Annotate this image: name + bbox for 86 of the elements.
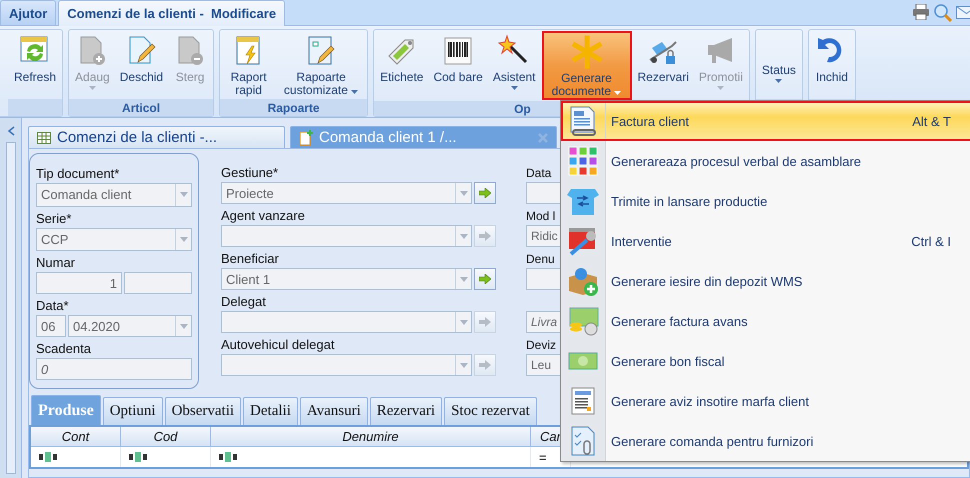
field-label: Beneficiar	[221, 250, 280, 268]
column-header[interactable]: Cod	[121, 427, 211, 446]
field-label: Numar	[36, 254, 76, 272]
arrow-right-icon	[479, 231, 491, 241]
field-label: Mod l	[526, 208, 556, 225]
mail-icon[interactable]	[956, 4, 970, 20]
dropdown-arrow-icon	[460, 276, 468, 282]
detail-tab[interactable]: Avansuri	[300, 397, 368, 425]
field-label: Tip document*	[36, 165, 120, 183]
field-label: Delegat	[221, 293, 267, 311]
field-label: Autovehicul delegat	[221, 336, 336, 354]
detail-tab[interactable]: Optiuni	[102, 397, 163, 425]
number-field[interactable]: 1	[36, 272, 122, 294]
close-icon[interactable]	[538, 132, 548, 142]
ribbon-button[interactable]: Cod bare	[429, 31, 487, 100]
arrow-right-icon	[479, 360, 491, 370]
document-tab[interactable]: Comenzi de la clienti -...	[28, 126, 285, 148]
open-button[interactable]	[474, 182, 496, 204]
field-label: Scadenta	[36, 340, 92, 358]
dropdown-arrow-icon	[180, 192, 188, 198]
menu-item[interactable]: Generare comanda pentru furnizori	[561, 421, 970, 461]
asterisk-icon	[570, 35, 604, 69]
column-header[interactable]: Cont	[31, 427, 121, 446]
menu-item[interactable]: Factura client Alt & T	[561, 101, 970, 141]
group-label: Op	[514, 102, 531, 116]
shortcut-text: Alt & T	[912, 114, 951, 128]
column-header[interactable]: Denumire	[211, 427, 531, 446]
field-label: Serie*	[36, 210, 72, 228]
toolbox-wrench-icon	[567, 225, 599, 257]
ribbon-button[interactable]: Raport rapid	[222, 31, 276, 98]
detail-tab[interactable]: Observatii	[164, 397, 242, 425]
select-field[interactable]: Comanda client	[36, 183, 192, 206]
dropdown-arrow-icon	[460, 320, 468, 324]
filter-operator[interactable]: =	[539, 450, 547, 464]
arrow-right-icon	[479, 188, 491, 198]
arrow-right-icon	[479, 317, 491, 327]
open-button[interactable]	[474, 268, 496, 290]
search-icon[interactable]	[934, 4, 952, 22]
field-label: Denu	[526, 251, 556, 268]
box-globe-icon	[567, 265, 599, 297]
group-label: Rapoarte	[268, 100, 320, 114]
field-label: Deviz	[526, 337, 558, 354]
color-grid-icon	[567, 145, 599, 177]
day-field[interactable]: 06	[36, 315, 66, 337]
cash-coins-clock-icon	[567, 305, 599, 337]
select-field[interactable]: CCP	[36, 228, 192, 251]
app-tab[interactable]: Ajutor	[0, 0, 56, 25]
group-label-bar	[8, 99, 62, 116]
collapse-icon[interactable]	[6, 126, 14, 136]
detail-tab[interactable]: Stoc rezervat	[444, 397, 537, 425]
arrow-right-icon	[479, 274, 491, 284]
ribbon-button[interactable]: Etichete	[376, 31, 428, 100]
ribbon-button[interactable]: Rezervari	[634, 31, 693, 100]
table-icon	[37, 132, 51, 144]
new-document-icon	[299, 130, 313, 146]
group-label: Articol	[122, 100, 160, 114]
detail-tab[interactable]: Detalii	[243, 397, 298, 425]
date-field[interactable]: 04.2020	[68, 315, 192, 337]
ribbon-button[interactable]: Asistent	[488, 31, 540, 100]
text-filter-icon	[219, 452, 237, 462]
select-field[interactable]	[221, 354, 472, 376]
ribbon-button[interactable]: Rapoarte customizate	[277, 31, 366, 98]
number-suffix-field[interactable]	[124, 272, 192, 294]
field-label: Data*	[36, 297, 70, 315]
ribbon-button[interactable]: Deschid	[116, 31, 168, 98]
app-tab[interactable]: Comenzi de la clienti - Modificare	[58, 0, 286, 26]
text-field[interactable]: 0	[36, 358, 192, 380]
text-filter-icon	[39, 452, 57, 462]
scrollbar[interactable]	[6, 142, 16, 474]
select-field[interactable]: Client 1	[221, 268, 472, 290]
dropdown-arrow-icon	[460, 190, 468, 196]
field-label: Data	[526, 165, 552, 182]
dropdown-arrow-icon	[460, 362, 468, 368]
detail-tab[interactable]: Rezervari	[370, 397, 442, 425]
dropdown-arrow-icon	[180, 324, 188, 328]
dropdown-arrow-icon	[180, 236, 188, 242]
field-label: Agent vanzare	[221, 207, 306, 225]
select-field[interactable]	[221, 225, 472, 247]
text-filter-icon	[129, 452, 147, 462]
select-field[interactable]: Proiecte	[221, 182, 472, 204]
select-field[interactable]	[221, 311, 472, 333]
dropdown-arrow-icon	[460, 234, 468, 238]
field-label: Gestiune*	[221, 164, 280, 182]
shortcut-text: Ctrl & I	[911, 234, 951, 248]
printer-icon[interactable]	[912, 4, 930, 20]
ribbon-button[interactable]: Generare documente	[542, 31, 632, 100]
